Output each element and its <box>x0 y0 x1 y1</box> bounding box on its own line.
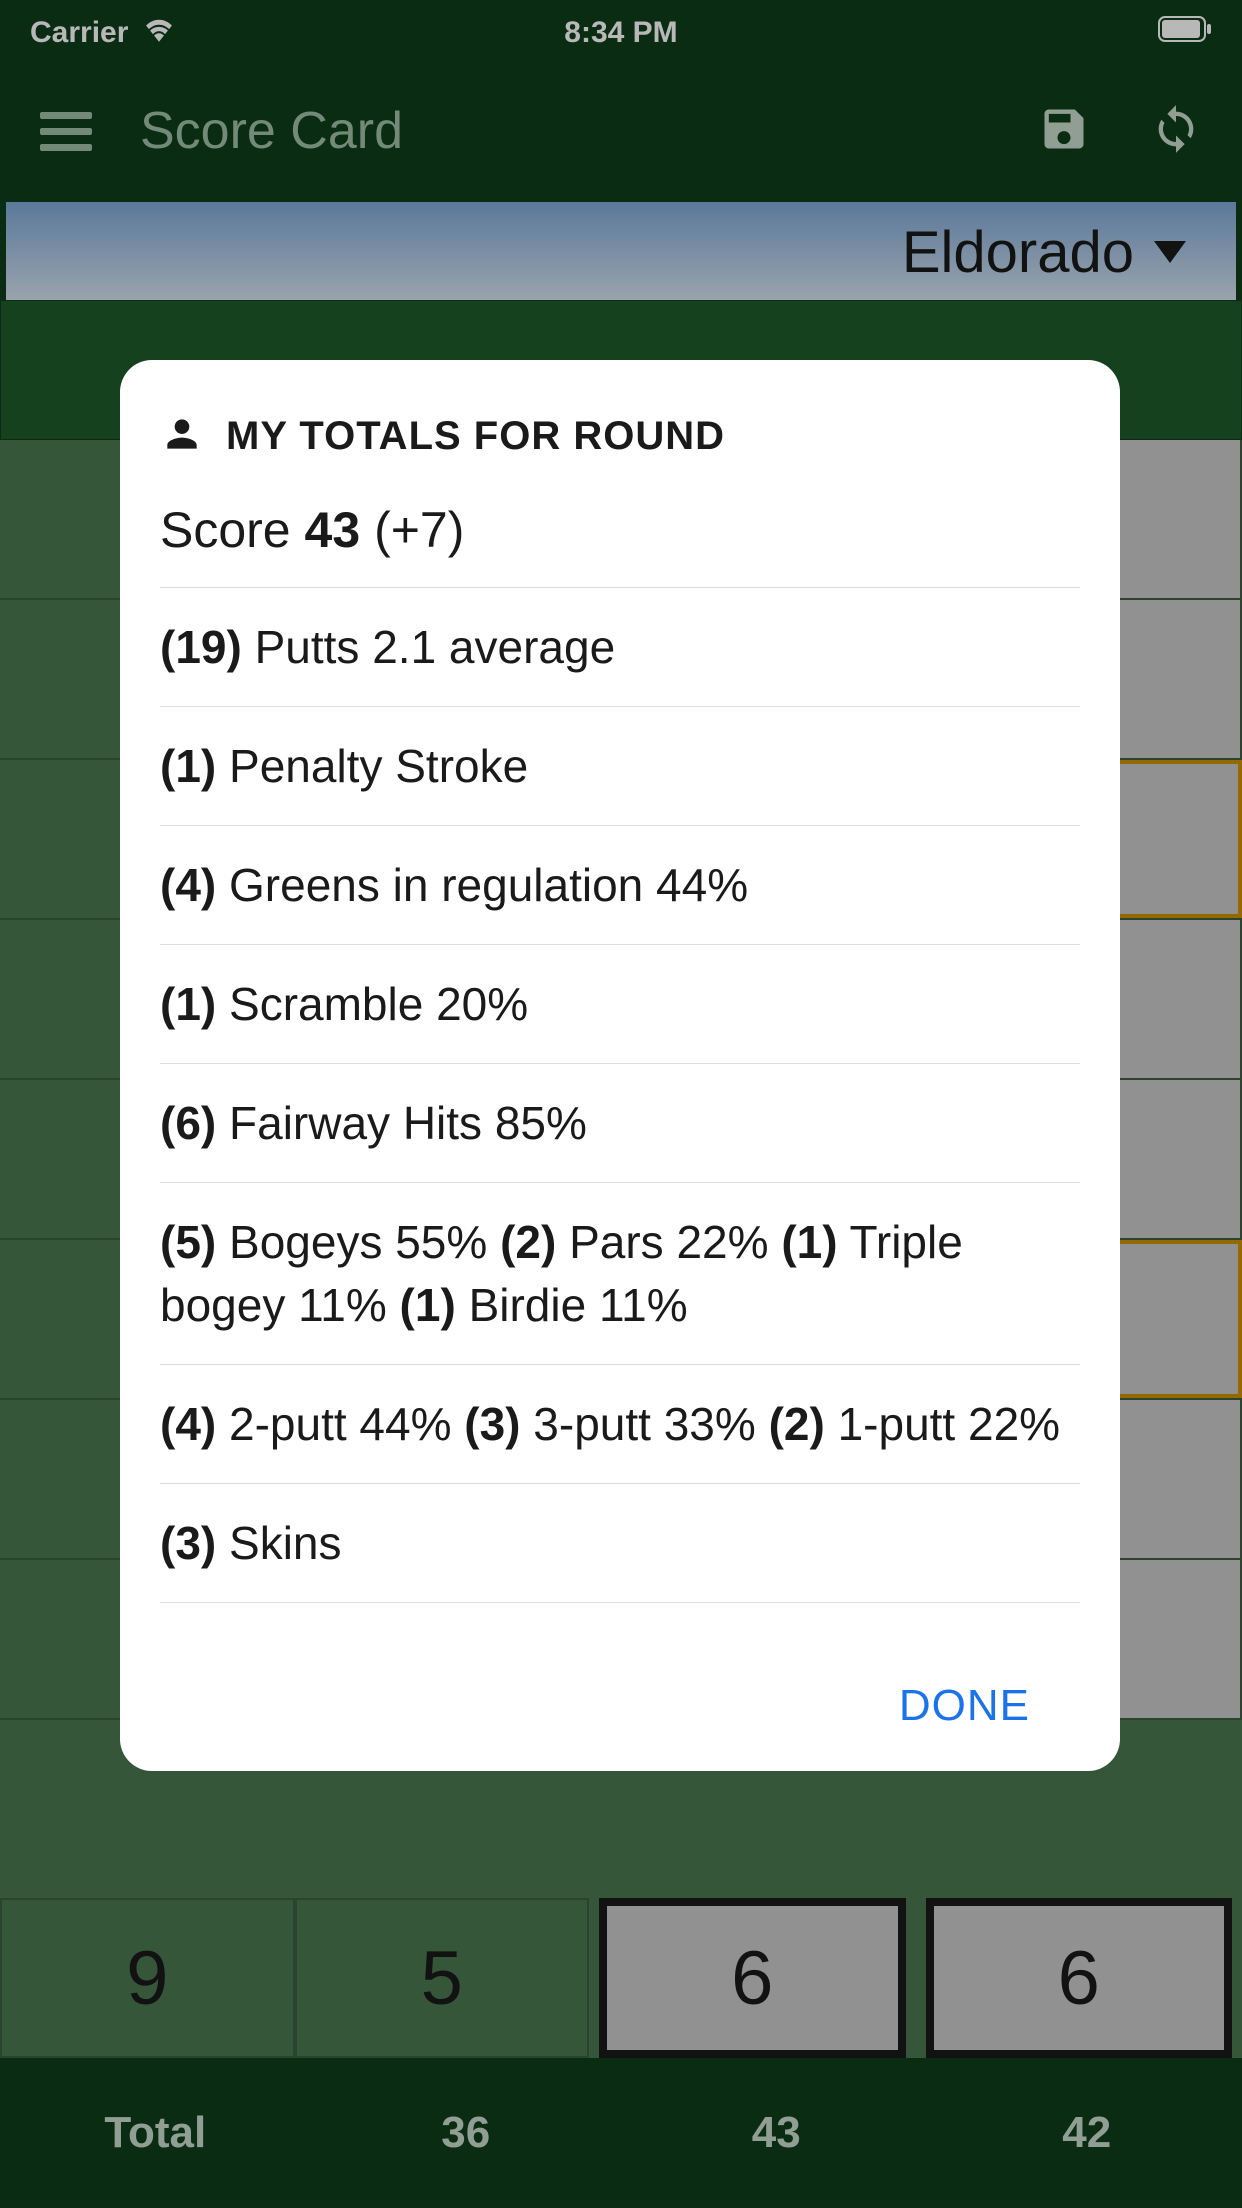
done-button[interactable]: DONE <box>899 1681 1030 1731</box>
stat-skins: (3) Skins <box>160 1512 1080 1603</box>
totals-modal: MY TOTALS FOR ROUND Score 43 (+7) (19) P… <box>120 360 1120 1771</box>
score-summary: Score 43 (+7) <box>160 501 1080 588</box>
stat-penalty: (1) Penalty Stroke <box>160 735 1080 826</box>
stat-gir: (4) Greens in regulation 44% <box>160 854 1080 945</box>
stat-scramble: (1) Scramble 20% <box>160 973 1080 1064</box>
stat-score-dist: (5) Bogeys 55% (2) Pars 22% (1) Triple b… <box>160 1211 1080 1364</box>
stat-putt-dist: (4) 2-putt 44% (3) 3-putt 33% (2) 1-putt… <box>160 1393 1080 1484</box>
stat-fairway: (6) Fairway Hits 85% <box>160 1092 1080 1183</box>
modal-title: MY TOTALS FOR ROUND <box>226 414 725 459</box>
stat-putts: (19) Putts 2.1 average <box>160 616 1080 707</box>
person-icon <box>160 412 204 461</box>
